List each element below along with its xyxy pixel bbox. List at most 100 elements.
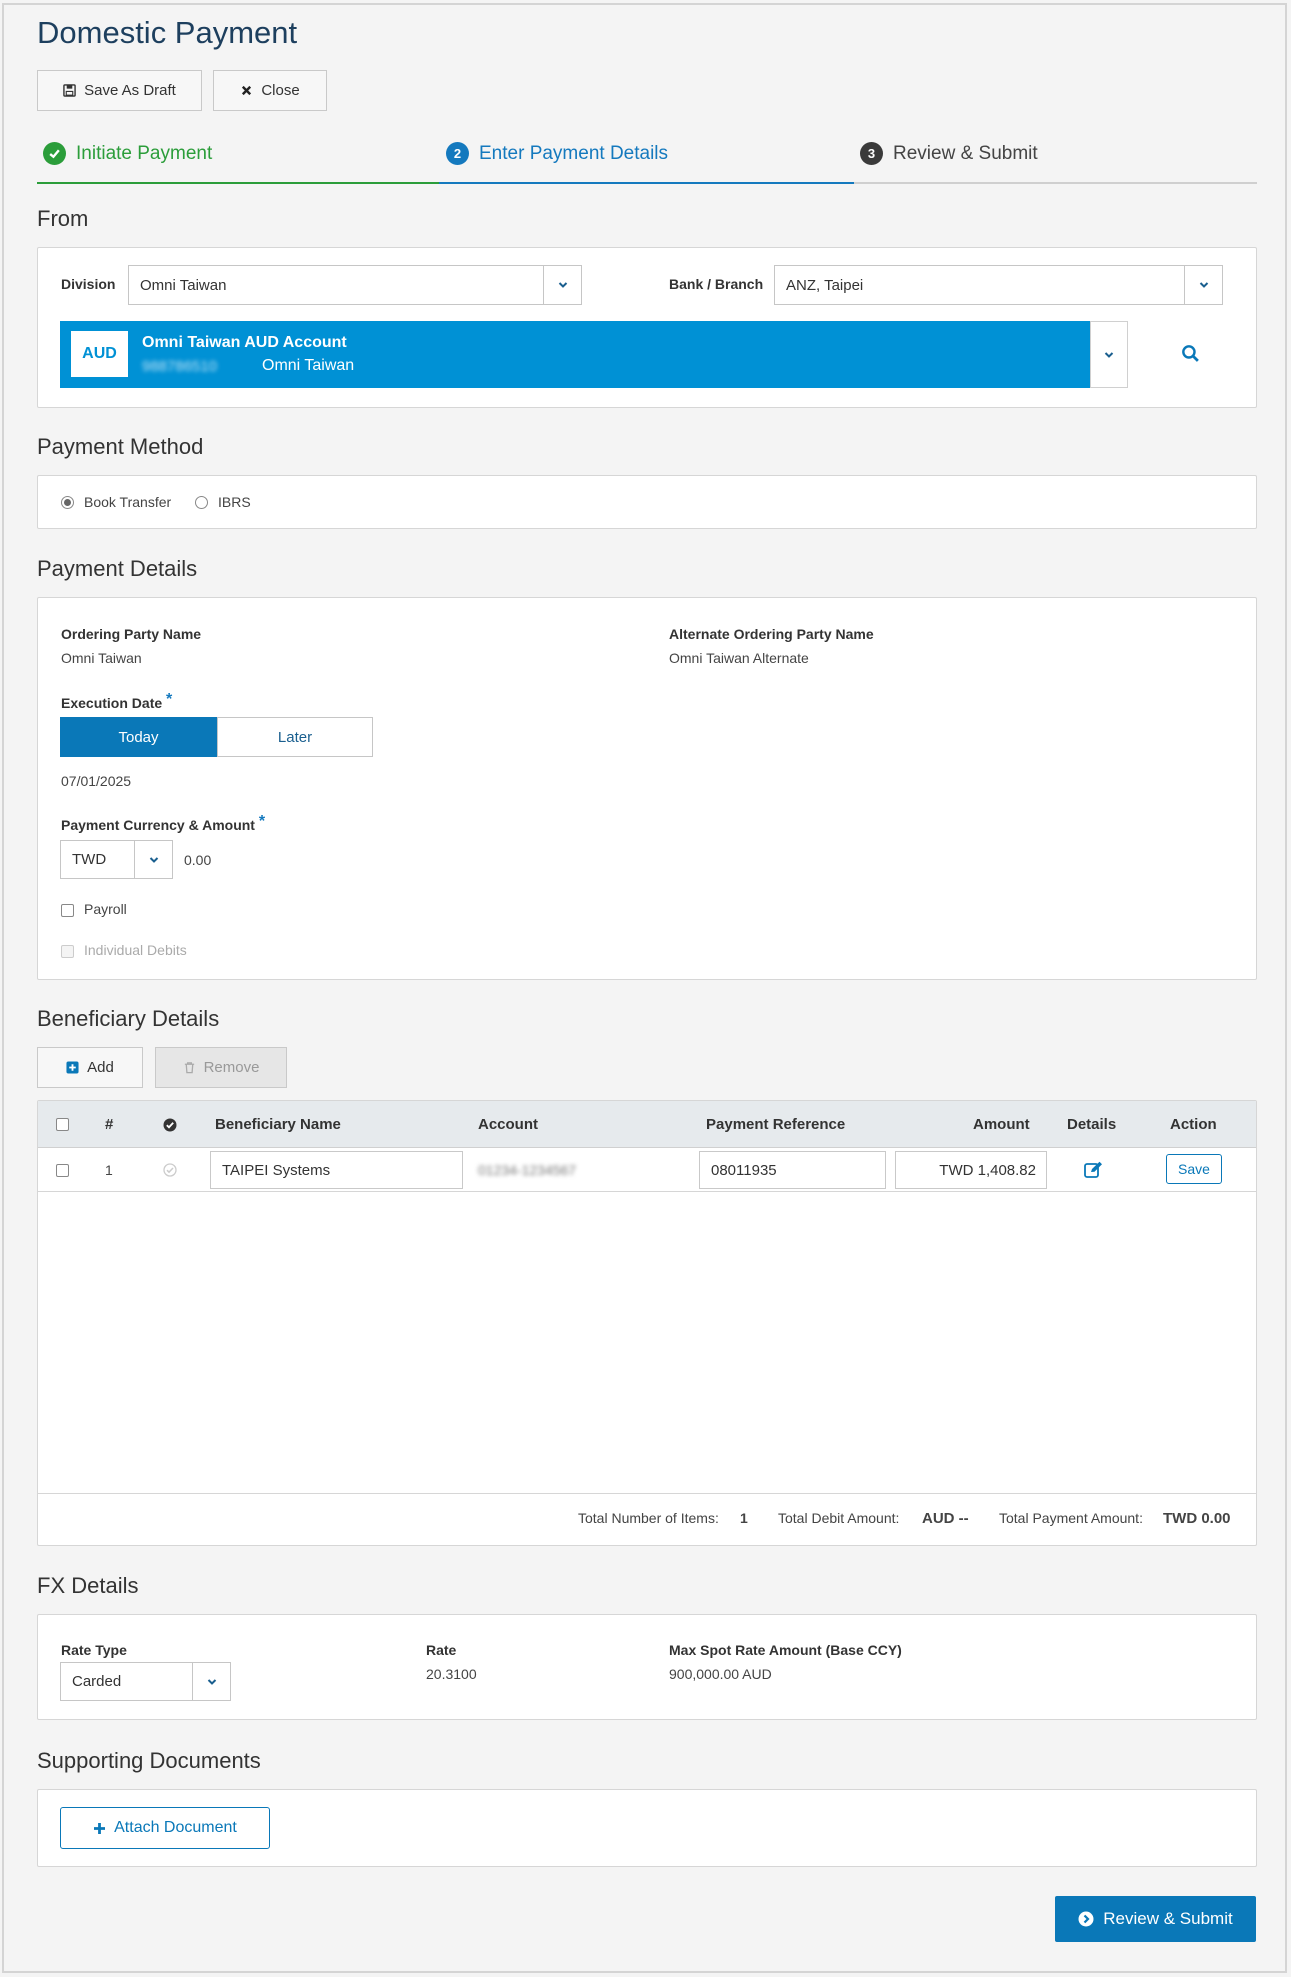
close-label: Close — [261, 82, 300, 99]
payroll-checkbox[interactable] — [61, 904, 74, 917]
later-toggle[interactable]: Later — [217, 717, 373, 757]
search-icon[interactable] — [1181, 344, 1200, 363]
rate-value: 20.3100 — [426, 1666, 477, 1682]
alt-ordering-party-label: Alternate Ordering Party Name — [669, 626, 874, 642]
ordering-party-label: Ordering Party Name — [61, 626, 202, 642]
beneficiary-name-input[interactable]: TAIPEI Systems — [210, 1151, 463, 1189]
required-marker: * — [258, 813, 266, 830]
chevron-down-icon — [192, 1663, 230, 1700]
currency-amount-label-text: Payment Currency & Amount — [61, 817, 255, 833]
step-number: 2 — [446, 142, 469, 165]
division-select[interactable]: Omni Taiwan — [128, 265, 582, 305]
chevron-circle-right-icon — [1078, 1911, 1094, 1927]
row-number: 1 — [105, 1162, 113, 1178]
attach-document-label: Attach Document — [114, 1819, 237, 1836]
currency-value: TWD — [72, 851, 107, 868]
ibrs-label: IBRS — [218, 494, 251, 510]
step-label: Review & Submit — [893, 142, 1038, 164]
account-value: 01234-1234567 — [478, 1162, 577, 1178]
required-marker: * — [166, 691, 173, 708]
from-panel: Division Omni Taiwan Bank / Branch ANZ, … — [37, 247, 1257, 408]
book-transfer-radio[interactable] — [61, 496, 74, 509]
check-circle-icon — [163, 1101, 177, 1148]
check-circle-icon — [163, 1163, 177, 1177]
bank-branch-label: Bank / Branch — [669, 276, 764, 292]
column-amount: Amount — [973, 1116, 1030, 1133]
execution-date-label-text: Execution Date — [61, 695, 163, 711]
step-progress-complete — [37, 182, 439, 184]
rate-label: Rate — [426, 1642, 457, 1658]
rate-type-select[interactable]: Carded — [60, 1662, 231, 1701]
step-progress-active — [439, 182, 854, 184]
division-label: Division — [61, 276, 116, 292]
account-selector[interactable]: AUD Omni Taiwan AUD Account 988786510 Om… — [60, 321, 1128, 388]
attach-document-button[interactable]: Attach Document — [60, 1807, 270, 1849]
account-currency-badge: AUD — [71, 331, 128, 377]
ordering-party-value: Omni Taiwan — [61, 650, 142, 666]
column-account: Account — [478, 1116, 538, 1133]
account-name: Omni Taiwan AUD Account — [142, 334, 347, 351]
remove-label: Remove — [203, 1059, 260, 1076]
beneficiary-table: # Beneficiary Name Account Payment Refer… — [37, 1100, 1257, 1546]
fx-section-title: FX Details — [37, 1573, 139, 1598]
individual-debits-checkbox[interactable] — [61, 945, 74, 958]
table-row: 1 TAIPEI Systems 01234-1234567 08011935 … — [38, 1148, 1256, 1192]
step-enter-payment-details[interactable]: 2 Enter Payment Details — [446, 142, 668, 165]
step-review-submit[interactable]: 3 Review & Submit — [860, 142, 1038, 165]
table-footer: Total Number of Items: 1 Total Debit Amo… — [38, 1493, 1256, 1545]
payroll-label: Payroll — [84, 901, 127, 917]
column-beneficiary-name: Beneficiary Name — [215, 1116, 341, 1133]
ibrs-radio[interactable] — [195, 496, 208, 509]
row-checkbox[interactable] — [56, 1164, 69, 1177]
amount-input[interactable]: TWD 1,408.82 — [895, 1151, 1047, 1189]
review-submit-label: Review & Submit — [1103, 1909, 1233, 1928]
remove-beneficiary-button[interactable]: Remove — [155, 1047, 287, 1088]
total-debit-label: Total Debit Amount: — [778, 1510, 900, 1526]
max-spot-value: 900,000.00 AUD — [669, 1666, 772, 1682]
column-action: Action — [1170, 1116, 1217, 1133]
payment-method-section-title: Payment Method — [37, 434, 204, 459]
step-label: Initiate Payment — [76, 142, 213, 164]
payment-details-panel: Ordering Party Name Omni Taiwan Alternat… — [37, 597, 1257, 980]
fx-panel: Rate Type Carded Rate 20.3100 Max Spot R… — [37, 1614, 1257, 1720]
payment-reference-input[interactable]: 08011935 — [699, 1151, 886, 1189]
bank-branch-value: ANZ, Taipei — [786, 276, 864, 294]
documents-panel: Attach Document — [37, 1789, 1257, 1867]
payment-method-panel: Book Transfer IBRS — [37, 475, 1257, 529]
close-icon — [242, 85, 252, 96]
chevron-down-icon — [543, 266, 581, 304]
add-beneficiary-button[interactable]: Add — [37, 1047, 143, 1088]
row-save-button[interactable]: Save — [1166, 1154, 1222, 1184]
floppy-disk-icon — [63, 84, 76, 97]
column-number: # — [105, 1116, 114, 1133]
total-debit-value: AUD -- — [922, 1510, 969, 1527]
execution-date-label: Execution Date * — [61, 691, 172, 713]
total-payment-label: Total Payment Amount: — [999, 1510, 1143, 1526]
plus-icon — [94, 1822, 106, 1834]
max-spot-label: Max Spot Rate Amount (Base CCY) — [669, 1642, 902, 1658]
chevron-down-icon — [1184, 266, 1222, 304]
account-number: 988786510 — [142, 358, 218, 375]
today-toggle[interactable]: Today — [60, 717, 217, 757]
total-items-label: Total Number of Items: — [578, 1510, 719, 1526]
edit-icon[interactable] — [1084, 1161, 1103, 1179]
currency-amount-label: Payment Currency & Amount * — [61, 813, 265, 835]
documents-section-title: Supporting Documents — [37, 1748, 261, 1773]
alt-ordering-party-value: Omni Taiwan Alternate — [669, 650, 809, 666]
close-button[interactable]: Close — [213, 70, 327, 111]
bank-branch-select[interactable]: ANZ, Taipei — [774, 265, 1223, 305]
review-submit-button[interactable]: Review & Submit — [1055, 1896, 1256, 1942]
check-circle-icon — [43, 142, 66, 165]
step-initiate-payment[interactable]: Initiate Payment — [43, 142, 212, 165]
select-all-checkbox[interactable] — [56, 1118, 69, 1131]
page-title: Domestic Payment — [37, 15, 298, 50]
rate-type-label: Rate Type — [61, 1642, 127, 1658]
column-details: Details — [1067, 1116, 1117, 1133]
currency-select[interactable]: TWD — [60, 840, 173, 879]
chevron-down-icon[interactable] — [1090, 321, 1128, 388]
total-payment-value: TWD 0.00 — [1163, 1510, 1231, 1527]
trash-icon — [184, 1062, 194, 1074]
amount-value: 0.00 — [184, 852, 212, 868]
save-as-draft-button[interactable]: Save As Draft — [37, 70, 202, 111]
account-owner: Omni Taiwan — [262, 357, 355, 374]
